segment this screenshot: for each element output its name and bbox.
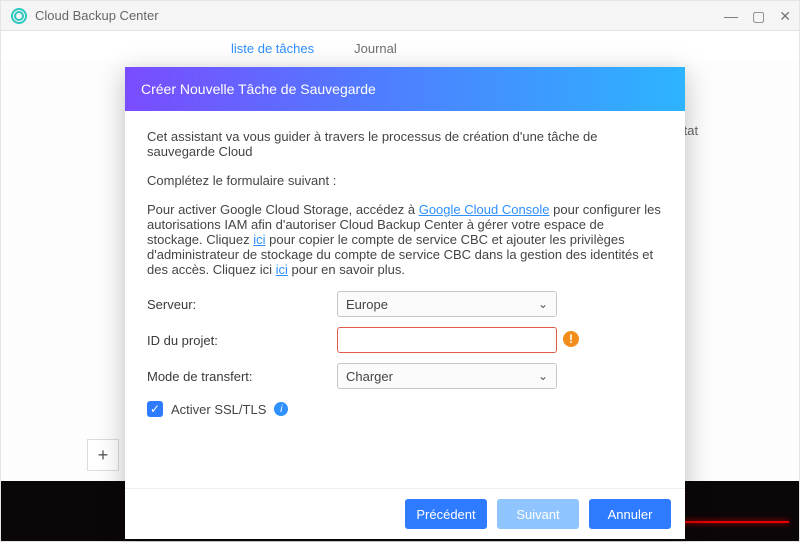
wizard-intro-text: Cet assistant va vous guider à travers l… <box>147 129 663 159</box>
copy-service-account-link[interactable]: ici <box>253 232 265 247</box>
window-controls: — ▢ ✕ <box>724 9 791 23</box>
app-title: Cloud Backup Center <box>35 8 159 23</box>
add-task-button[interactable]: + <box>87 439 119 471</box>
warning-icon: ! <box>563 331 579 347</box>
dialog-title: Créer Nouvelle Tâche de Sauvegarde <box>125 67 685 111</box>
tab-journal[interactable]: Journal <box>354 41 397 56</box>
transfer-mode-select[interactable]: Charger ⌄ <box>337 363 557 389</box>
project-id-input[interactable] <box>337 327 557 353</box>
server-select[interactable]: Europe ⌄ <box>337 291 557 317</box>
close-icon[interactable]: ✕ <box>779 9 791 23</box>
label-ssl: Activer SSL/TLS <box>171 402 266 417</box>
next-button[interactable]: Suivant <box>497 499 579 529</box>
minimize-icon[interactable]: — <box>724 9 738 23</box>
row-transfer-mode: Mode de transfert: Charger ⌄ <box>147 363 663 389</box>
row-project-id: ID du projet: ! <box>147 327 663 353</box>
dialog-footer: Précédent Suivant Annuler <box>125 488 685 539</box>
chevron-down-icon: ⌄ <box>538 369 548 383</box>
create-backup-task-dialog: Créer Nouvelle Tâche de Sauvegarde Cet a… <box>125 67 685 539</box>
main-tabs: liste de tâches Journal <box>1 31 799 62</box>
row-server: Serveur: Europe ⌄ <box>147 291 663 317</box>
column-header-state: Etat <box>675 119 769 141</box>
maximize-icon[interactable]: ▢ <box>752 9 765 23</box>
row-ssl: ✓ Activer SSL/TLS i <box>147 401 663 417</box>
previous-button[interactable]: Précédent <box>405 499 487 529</box>
label-server: Serveur: <box>147 297 337 312</box>
help-text: Pour activer Google Cloud Storage, accéd… <box>147 202 663 277</box>
label-transfer-mode: Mode de transfert: <box>147 369 337 384</box>
transfer-mode-value: Charger <box>346 369 393 384</box>
google-cloud-console-link[interactable]: Google Cloud Console <box>419 202 550 217</box>
help-text-part1: Pour activer Google Cloud Storage, accéd… <box>147 202 419 217</box>
server-select-value: Europe <box>346 297 388 312</box>
label-project-id: ID du projet: <box>147 333 337 348</box>
chevron-down-icon: ⌄ <box>538 297 548 311</box>
app-window: Cloud Backup Center — ▢ ✕ liste de tâche… <box>0 0 800 542</box>
ssl-checkbox[interactable]: ✓ <box>147 401 163 417</box>
titlebar: Cloud Backup Center — ▢ ✕ <box>1 1 799 31</box>
help-text-part4: pour en savoir plus. <box>292 262 405 277</box>
complete-form-prompt: Complétez le formulaire suivant : <box>147 173 663 188</box>
dialog-body: Cet assistant va vous guider à travers l… <box>125 111 685 488</box>
info-icon[interactable]: i <box>274 402 288 416</box>
titlebar-left: Cloud Backup Center <box>11 8 159 24</box>
cancel-button[interactable]: Annuler <box>589 499 671 529</box>
app-logo-icon <box>11 8 27 24</box>
tab-task-list[interactable]: liste de tâches <box>231 41 314 56</box>
learn-more-link[interactable]: ici <box>276 262 288 277</box>
